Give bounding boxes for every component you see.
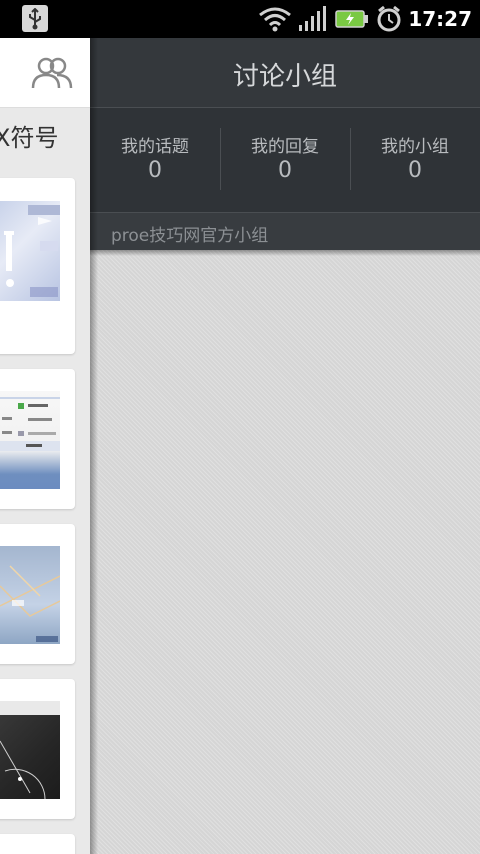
status-bar: 17:27 bbox=[0, 0, 480, 38]
wifi-icon bbox=[259, 7, 291, 32]
feed-post-title[interactable]: X符号 bbox=[0, 118, 58, 153]
stat-label: 我的小组 bbox=[381, 137, 449, 157]
stats-bar: 我的话题 0 我的回复 0 我的小组 0 bbox=[90, 108, 480, 212]
stat-my-topics[interactable]: 我的话题 0 bbox=[90, 108, 220, 212]
feed-header bbox=[0, 38, 90, 108]
page-title: 讨论小组 bbox=[232, 62, 337, 92]
card-thumbnail bbox=[0, 701, 60, 799]
stat-value: 0 bbox=[278, 158, 292, 183]
header-bar: 讨论小组 bbox=[90, 38, 480, 108]
group-item[interactable]: proe技巧网官方小组 bbox=[90, 212, 480, 250]
card-thumbnail bbox=[0, 546, 60, 644]
stat-label: 我的话题 bbox=[121, 137, 189, 157]
stat-my-groups[interactable]: 我的小组 0 bbox=[350, 108, 480, 212]
card-thumbnail bbox=[0, 201, 60, 301]
stat-my-replies[interactable]: 我的回复 0 bbox=[220, 108, 350, 212]
battery-charging-icon bbox=[335, 10, 368, 28]
alarm-icon bbox=[377, 5, 401, 32]
main-panel: 讨论小组 我的话题 0 我的回复 0 我的小组 0 proe技巧网官方小组 bbox=[90, 38, 480, 854]
group-name: proe技巧网官方小组 bbox=[111, 226, 269, 246]
stat-value: 0 bbox=[408, 158, 422, 183]
feed-card[interactable] bbox=[0, 178, 75, 354]
stat-value: 0 bbox=[148, 158, 162, 183]
signal-icon bbox=[299, 6, 326, 31]
card-thumbnail bbox=[0, 391, 60, 489]
divider bbox=[90, 250, 480, 256]
clock-time: 17:27 bbox=[408, 7, 472, 31]
feed-card[interactable] bbox=[0, 524, 75, 664]
feed-card[interactable] bbox=[0, 834, 75, 854]
feed-card[interactable] bbox=[0, 679, 75, 819]
usb-icon bbox=[22, 5, 48, 32]
feed-card[interactable] bbox=[0, 369, 75, 509]
group-icon[interactable] bbox=[30, 56, 74, 90]
stat-label: 我的回复 bbox=[251, 137, 319, 157]
feed-panel: X符号 bbox=[0, 38, 90, 854]
